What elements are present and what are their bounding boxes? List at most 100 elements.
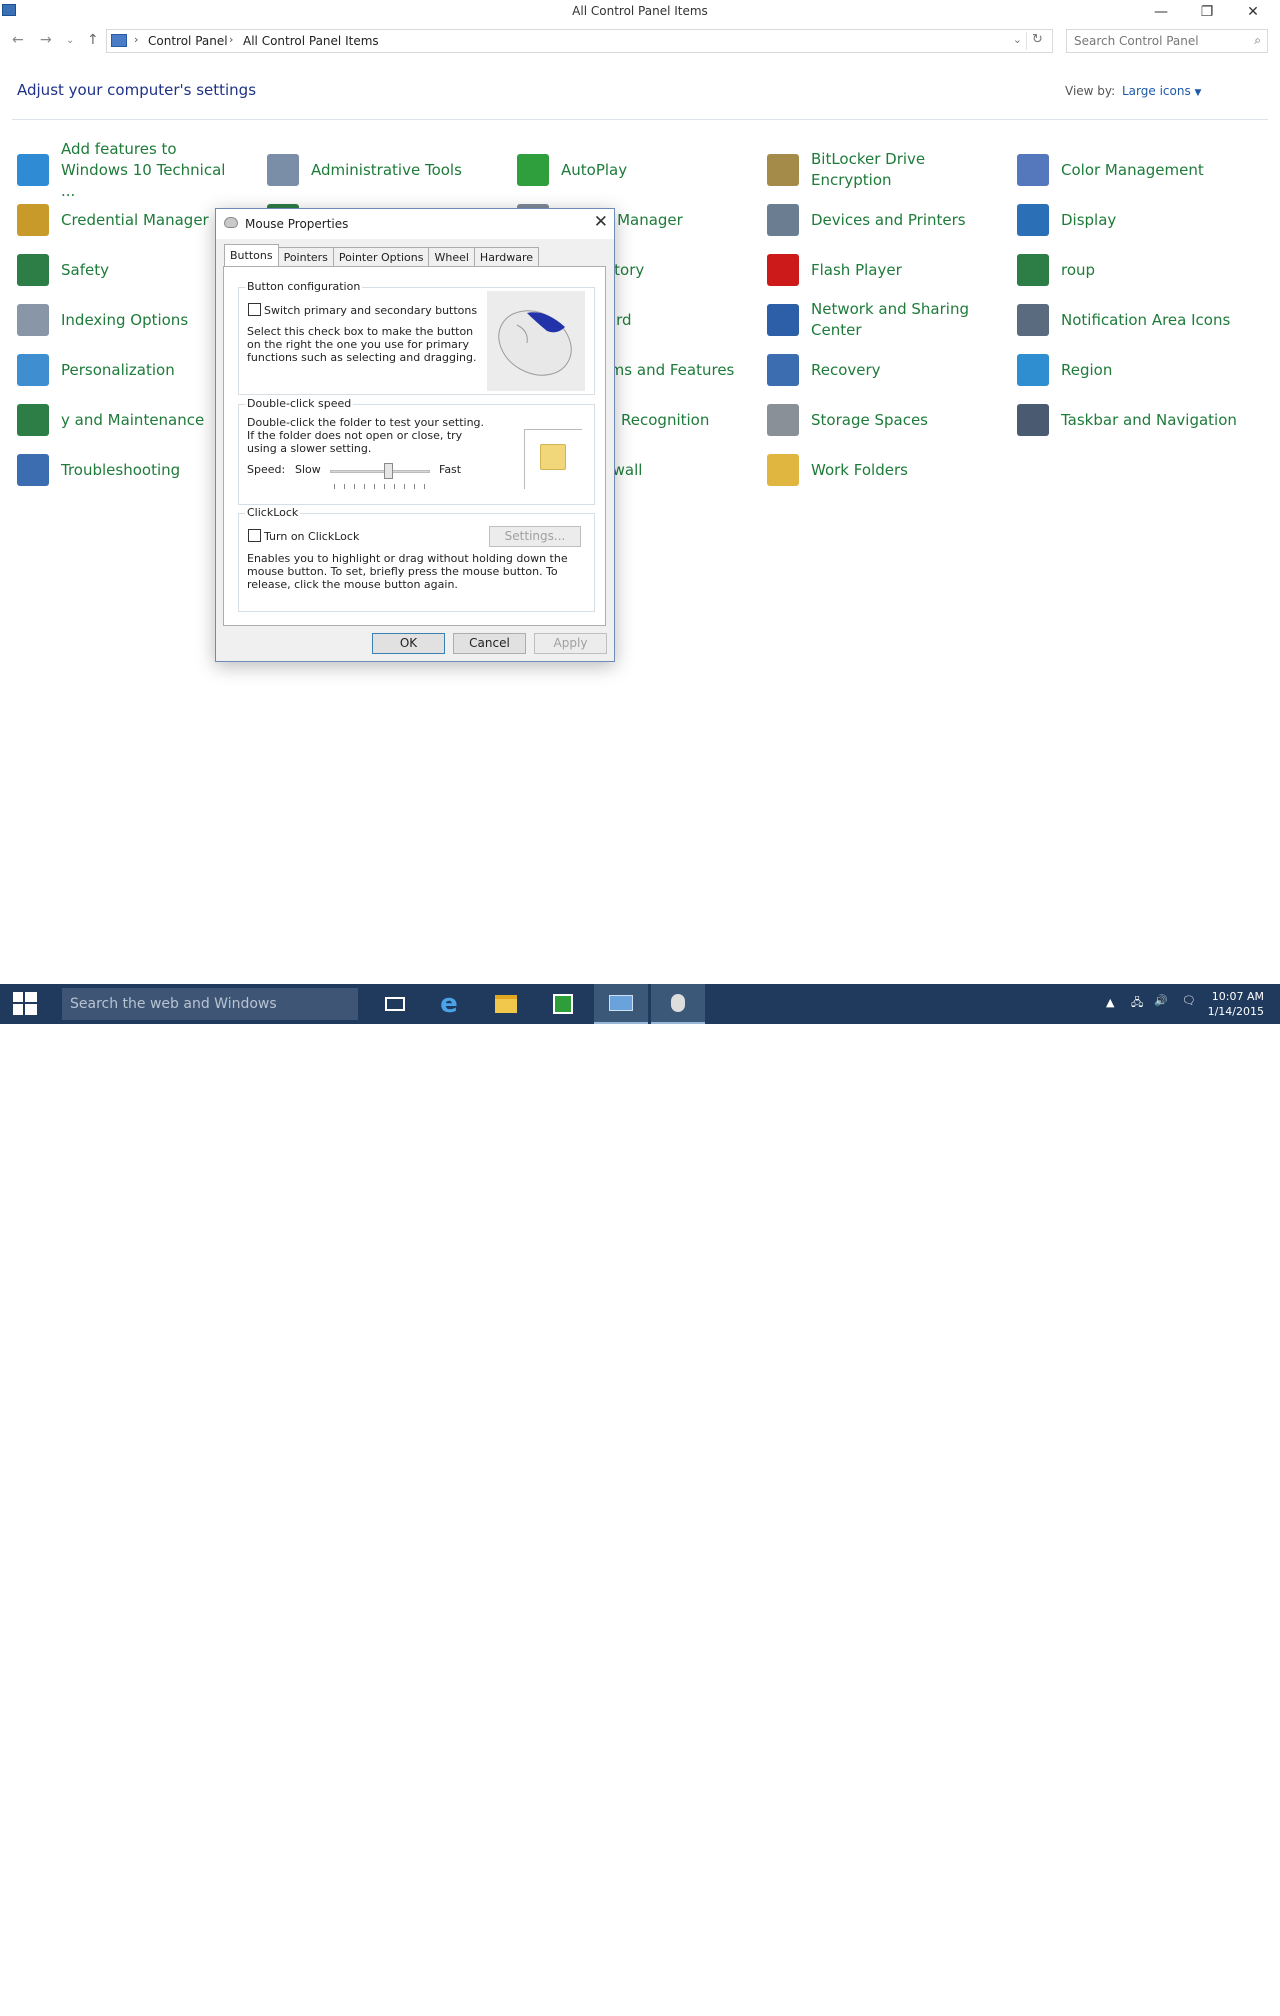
- control-panel-item[interactable]: Administrative Tools: [267, 148, 507, 192]
- add-features-icon: [17, 154, 49, 186]
- control-panel-item[interactable]: Storage Spaces: [767, 398, 1007, 442]
- family-safety-icon: [17, 254, 49, 286]
- network-icon[interactable]: 🖧: [1131, 994, 1143, 1013]
- start-button[interactable]: [0, 984, 50, 1024]
- up-arrow-icon[interactable]: ↑: [87, 32, 99, 48]
- control-panel-taskbar-icon[interactable]: [594, 984, 648, 1024]
- tab-pointer-options[interactable]: Pointer Options: [332, 247, 430, 266]
- buttons-tab-panel: Button configuration Switch primary and …: [223, 266, 606, 626]
- cancel-button[interactable]: Cancel: [453, 633, 526, 654]
- breadcrumb-all-items[interactable]: All Control Panel Items: [243, 34, 379, 48]
- slider-ticks: [334, 484, 426, 489]
- double-click-speed-group: Double-click speed Double-click the fold…: [238, 397, 595, 505]
- speed-fast-label: Fast: [439, 463, 462, 476]
- printer-icon: [767, 204, 799, 236]
- control-panel-item-label: Indexing Options: [61, 310, 189, 329]
- control-panel-item-label: AutoPlay: [561, 160, 628, 179]
- admin-tools-icon: [267, 154, 299, 186]
- folder-icon[interactable]: [540, 444, 566, 470]
- volume-icon[interactable]: 🔊: [1154, 994, 1168, 1007]
- minimize-button[interactable]: —: [1138, 0, 1184, 24]
- clicklock-label[interactable]: Turn on ClickLock: [264, 530, 359, 543]
- window-title: All Control Panel Items: [572, 4, 708, 18]
- action-center-icon[interactable]: 🗨: [1182, 994, 1196, 1007]
- control-panel-small-icon: [111, 34, 127, 47]
- control-panel-item-label: Work Folders: [811, 460, 908, 479]
- region-icon: [1017, 354, 1049, 386]
- control-panel-item[interactable]: Notification Area Icons: [1017, 298, 1257, 342]
- refresh-icon[interactable]: ↻: [1026, 32, 1048, 50]
- restore-button[interactable]: ❐: [1184, 0, 1230, 24]
- bitlocker-icon: [767, 154, 799, 186]
- switch-buttons-label[interactable]: Switch primary and secondary buttons: [264, 304, 484, 317]
- tab-buttons[interactable]: Buttons: [224, 244, 279, 266]
- switch-buttons-checkbox[interactable]: [248, 303, 261, 316]
- work-folders-icon: [767, 454, 799, 486]
- mouse-properties-taskbar-icon[interactable]: [651, 984, 705, 1024]
- clicklock-group: ClickLock Turn on ClickLock Settings... …: [238, 506, 595, 612]
- mouse-properties-dialog: Mouse Properties ✕ Buttons Pointers Poin…: [215, 208, 615, 662]
- control-panel-item[interactable]: Work Folders: [767, 448, 1007, 492]
- title-bar: All Control Panel Items — ❐ ✕: [0, 0, 1280, 24]
- control-panel-item[interactable]: BitLocker Drive Encryption: [767, 148, 1007, 192]
- test-folder-box[interactable]: [524, 429, 582, 489]
- indexing-icon: [17, 304, 49, 336]
- search-placeholder: Search Control Panel: [1074, 34, 1199, 48]
- control-panel-item[interactable]: Flash Player: [767, 248, 1007, 292]
- control-panel-item-label: Display: [1061, 210, 1117, 229]
- display-icon: [1017, 204, 1049, 236]
- search-input[interactable]: Search Control Panel ⌕: [1066, 29, 1268, 53]
- control-panel-item-label: Notification Area Icons: [1061, 310, 1231, 329]
- personalization-icon: [17, 354, 49, 386]
- tab-wheel[interactable]: Wheel: [428, 247, 475, 266]
- apply-button[interactable]: Apply: [534, 633, 607, 654]
- clicklock-checkbox[interactable]: [248, 529, 261, 542]
- close-button[interactable]: ✕: [1230, 0, 1276, 24]
- page-heading: Adjust your computer's settings: [17, 81, 257, 99]
- file-explorer-icon[interactable]: [479, 984, 533, 1024]
- internet-explorer-icon[interactable]: e: [422, 984, 476, 1024]
- double-click-description: Double-click the folder to test your set…: [247, 416, 485, 455]
- address-dropdown-icon[interactable]: ⌄: [1013, 33, 1022, 46]
- ok-button[interactable]: OK: [372, 633, 445, 654]
- taskbar-clock[interactable]: 10:07 AM 1/14/2015: [1208, 989, 1264, 1019]
- group-label: Button configuration: [245, 280, 363, 293]
- speed-slider-thumb[interactable]: [384, 463, 393, 479]
- speed-label: Speed:: [247, 463, 286, 476]
- homegroup-icon: [1017, 254, 1049, 286]
- view-by-dropdown[interactable]: Large icons ▼: [1122, 84, 1201, 98]
- speed-slider-track[interactable]: [330, 470, 430, 473]
- dialog-close-icon[interactable]: ✕: [594, 212, 608, 232]
- breadcrumb-control-panel[interactable]: Control Panel: [148, 34, 228, 48]
- clicklock-settings-button[interactable]: Settings...: [489, 526, 581, 547]
- control-panel-item-label: Add features to Windows 10 Technical ...: [61, 139, 226, 200]
- address-box[interactable]: › Control Panel › All Control Panel Item…: [106, 29, 1053, 53]
- control-panel-item[interactable]: Taskbar and Navigation: [1017, 398, 1257, 442]
- control-panel-item-label: Storage Spaces: [811, 410, 928, 429]
- control-panel-item[interactable]: Network and Sharing Center: [767, 298, 1007, 342]
- back-arrow-icon[interactable]: ←: [12, 32, 24, 48]
- control-panel-item[interactable]: Display: [1017, 198, 1257, 242]
- recovery-icon: [767, 354, 799, 386]
- control-panel-item[interactable]: Devices and Printers: [767, 198, 1007, 242]
- windows-logo-icon: [13, 992, 37, 1015]
- control-panel-item[interactable]: Recovery: [767, 348, 1007, 392]
- control-panel-item-label: Region: [1061, 360, 1113, 379]
- store-icon[interactable]: [536, 984, 590, 1024]
- tab-hardware[interactable]: Hardware: [473, 247, 540, 266]
- control-panel-item[interactable]: Region: [1017, 348, 1257, 392]
- taskbar-search-input[interactable]: Search the web and Windows: [62, 988, 358, 1020]
- taskbar: Search the web and Windows e ▲ 🖧 🔊 🗨 10:…: [0, 984, 1280, 2016]
- control-panel-item[interactable]: Add features to Windows 10 Technical ...: [17, 140, 257, 200]
- credential-manager-icon: [17, 204, 49, 236]
- control-panel-item[interactable]: roup: [1017, 248, 1257, 292]
- show-hidden-icons-icon[interactable]: ▲: [1106, 996, 1114, 1009]
- control-panel-item-label: roup: [1061, 260, 1096, 279]
- control-panel-item[interactable]: Color Management: [1017, 148, 1257, 192]
- control-panel-item[interactable]: AutoPlay: [517, 148, 757, 192]
- recent-locations-chevron-icon[interactable]: ⌄: [66, 35, 74, 46]
- forward-arrow-icon[interactable]: →: [40, 32, 52, 48]
- control-panel-item-label: y and Maintenance: [61, 410, 205, 429]
- tab-pointers[interactable]: Pointers: [277, 247, 334, 266]
- task-view-icon[interactable]: [368, 984, 422, 1024]
